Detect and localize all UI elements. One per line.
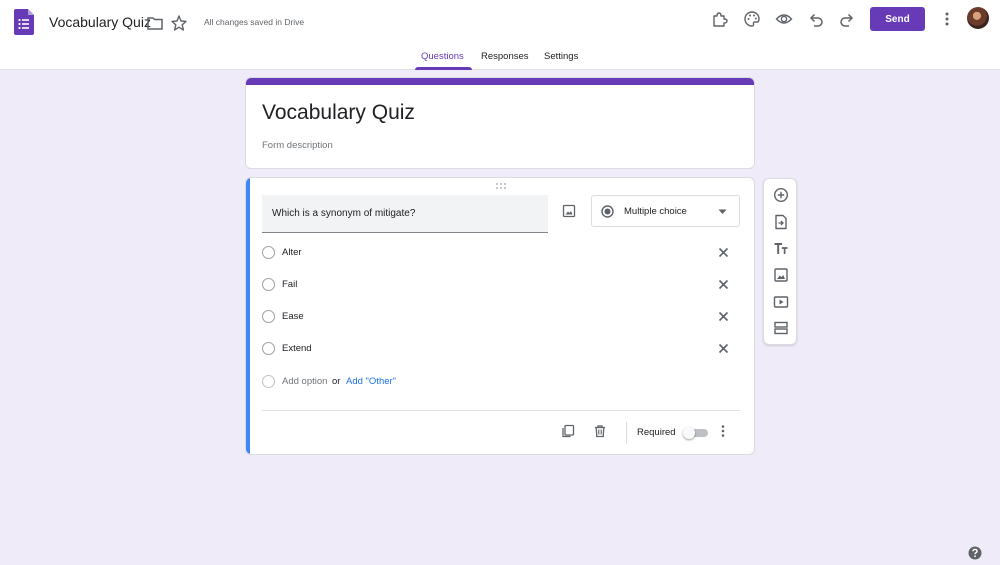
- radio-circle-icon: [262, 310, 275, 323]
- trash-icon[interactable]: [593, 424, 607, 438]
- tab-settings[interactable]: Settings: [544, 51, 578, 62]
- add-video-icon[interactable]: [773, 294, 789, 310]
- addon-puzzle-icon[interactable]: [711, 10, 729, 28]
- drag-handle-icon[interactable]: [495, 182, 507, 190]
- folder-icon[interactable]: [146, 14, 164, 32]
- undo-icon[interactable]: [807, 10, 825, 28]
- tab-bar: Questions Responses Settings: [0, 47, 1000, 70]
- add-title-icon[interactable]: [773, 241, 789, 257]
- toggle-knob: [683, 427, 695, 439]
- add-image-icon[interactable]: [562, 204, 576, 218]
- duplicate-icon[interactable]: [561, 424, 575, 438]
- question-type-label: Multiple choice: [624, 206, 687, 217]
- list-item[interactable]: Fail: [262, 275, 742, 295]
- app-header: Vocabulary Quiz All changes saved in Dri…: [0, 0, 1000, 70]
- required-toggle[interactable]: [683, 427, 709, 439]
- question-type-dropdown[interactable]: Multiple choice: [591, 195, 740, 227]
- document-title[interactable]: Vocabulary Quiz: [49, 14, 151, 30]
- save-status: All changes saved in Drive: [204, 17, 305, 27]
- card-accent-bar: [246, 78, 754, 85]
- add-option-link[interactable]: Add option: [282, 376, 327, 387]
- radio-circle-icon: [262, 342, 275, 355]
- or-text: or: [332, 376, 341, 387]
- vertical-divider: [626, 422, 627, 444]
- required-label: Required: [637, 427, 676, 438]
- option-label[interactable]: Alter: [282, 247, 302, 258]
- star-icon[interactable]: [170, 14, 188, 32]
- question-card[interactable]: Which is a synonym of mitigate? Multiple…: [245, 177, 755, 455]
- redo-icon[interactable]: [838, 10, 856, 28]
- import-questions-icon[interactable]: [773, 214, 789, 230]
- palette-icon[interactable]: [743, 10, 761, 28]
- add-question-icon[interactable]: [773, 187, 789, 203]
- radio-circle-icon: [262, 246, 275, 259]
- close-icon[interactable]: [717, 342, 730, 355]
- help-icon[interactable]: [968, 546, 982, 560]
- radio-circle-icon: [262, 375, 275, 388]
- more-vert-icon[interactable]: [938, 10, 956, 28]
- close-icon[interactable]: [717, 310, 730, 323]
- add-option-row: Add option or Add "Other": [262, 372, 562, 392]
- send-button[interactable]: Send: [870, 7, 925, 31]
- close-icon[interactable]: [717, 246, 730, 259]
- form-description-field[interactable]: Form description: [262, 140, 333, 151]
- form-title[interactable]: Vocabulary Quiz: [262, 101, 415, 125]
- avatar[interactable]: [967, 7, 989, 29]
- list-item[interactable]: Alter: [262, 243, 742, 263]
- forms-logo-icon[interactable]: [14, 9, 34, 35]
- question-title-input[interactable]: Which is a synonym of mitigate?: [262, 195, 548, 233]
- divider: [262, 410, 740, 411]
- chevron-down-icon: [718, 209, 727, 214]
- tab-responses[interactable]: Responses: [481, 51, 529, 62]
- add-image-icon[interactable]: [773, 267, 789, 283]
- list-item[interactable]: Extend: [262, 339, 742, 359]
- option-label[interactable]: Extend: [282, 343, 312, 354]
- form-header-card[interactable]: Vocabulary Quiz Form description: [245, 77, 755, 169]
- more-vert-icon[interactable]: [716, 424, 730, 438]
- active-card-indicator: [246, 178, 250, 454]
- preview-eye-icon[interactable]: [775, 10, 793, 28]
- list-item[interactable]: Ease: [262, 307, 742, 327]
- radio-circle-icon: [262, 278, 275, 291]
- floating-toolbar: [763, 178, 797, 345]
- add-section-icon[interactable]: [773, 320, 789, 336]
- tab-questions[interactable]: Questions: [421, 51, 464, 62]
- option-label[interactable]: Ease: [282, 311, 304, 322]
- active-tab-indicator: [415, 67, 472, 70]
- radio-button-icon: [601, 205, 614, 218]
- close-icon[interactable]: [717, 278, 730, 291]
- add-other-link[interactable]: Add "Other": [346, 376, 396, 387]
- option-label[interactable]: Fail: [282, 279, 297, 290]
